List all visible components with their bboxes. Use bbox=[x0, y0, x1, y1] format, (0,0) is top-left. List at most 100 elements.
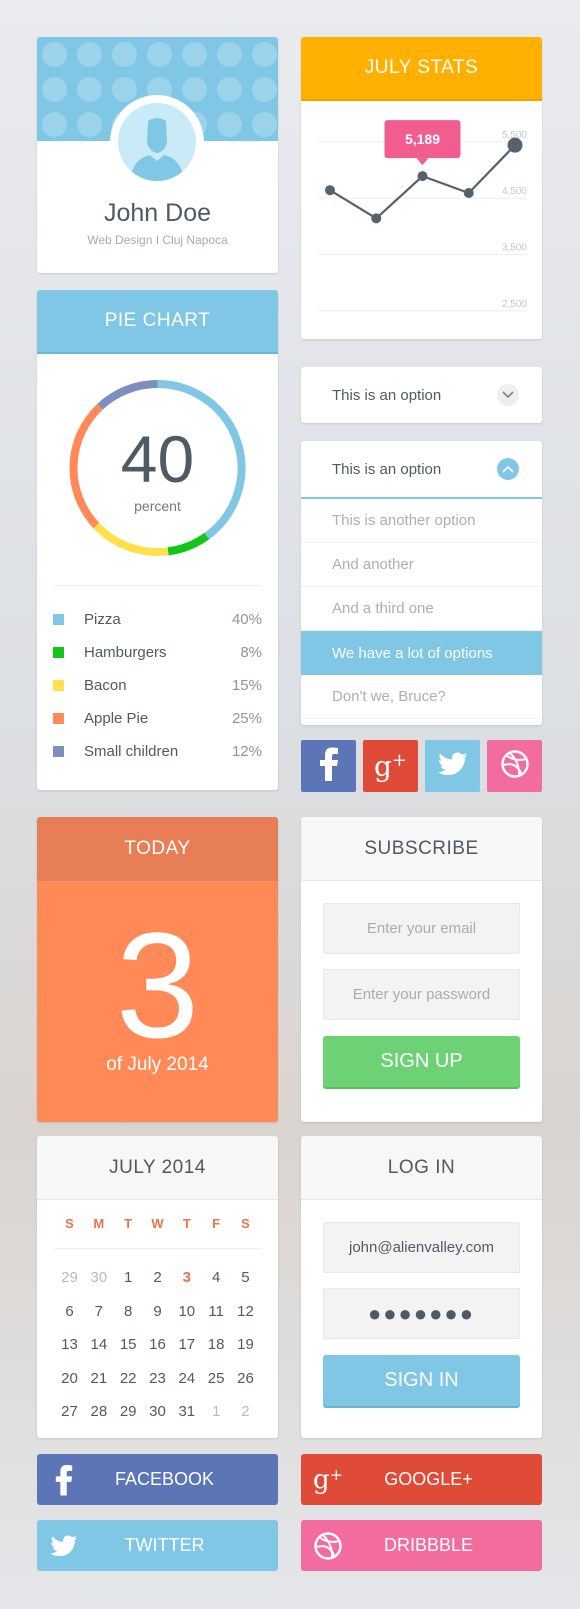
dropdown-option[interactable]: We have a lot of options bbox=[301, 631, 542, 675]
calendar-day[interactable]: 4 bbox=[202, 1269, 231, 1286]
divider bbox=[54, 585, 261, 586]
calendar-day[interactable]: 21 bbox=[84, 1370, 113, 1387]
calendar-day[interactable]: 26 bbox=[231, 1370, 260, 1387]
calendar-day[interactable]: 22 bbox=[114, 1370, 143, 1387]
chevron-down-icon[interactable] bbox=[497, 384, 519, 406]
dropdown-closed[interactable]: This is an option bbox=[301, 367, 542, 423]
tooltip-value: 5,189 bbox=[405, 131, 440, 147]
sign-up-button[interactable]: SIGN UP bbox=[323, 1036, 520, 1087]
google-plus-button[interactable]: g + GOOGLE+ bbox=[301, 1454, 542, 1505]
legend-swatch bbox=[53, 614, 64, 625]
dropdown-option[interactable]: Don't we, Bruce? bbox=[301, 675, 542, 719]
calendar-day[interactable]: 31 bbox=[172, 1403, 201, 1420]
calendar-day[interactable]: 8 bbox=[114, 1303, 143, 1320]
donut-slice bbox=[93, 522, 169, 556]
calendar-day[interactable]: 12 bbox=[231, 1303, 260, 1320]
avatar[interactable] bbox=[110, 95, 204, 189]
donut-unit: percent bbox=[134, 498, 181, 514]
calendar-day[interactable]: 1 bbox=[202, 1403, 231, 1420]
legend-label: Hamburgers bbox=[84, 644, 167, 661]
data-point[interactable] bbox=[507, 137, 523, 153]
weekday-label: F bbox=[212, 1216, 221, 1231]
calendar-day[interactable]: 27 bbox=[55, 1403, 84, 1420]
calendar-day[interactable]: 29 bbox=[55, 1269, 84, 1286]
calendar-week: 13 14 15 16 17 18 19 bbox=[55, 1328, 260, 1362]
legend-swatch bbox=[53, 680, 64, 691]
calendar-day[interactable]: 1 bbox=[114, 1269, 143, 1286]
calendar-week: 27 28 29 30 31 1 2 bbox=[55, 1395, 260, 1429]
calendar-day[interactable]: 7 bbox=[84, 1303, 113, 1320]
legend-label: Small children bbox=[84, 743, 179, 760]
dropdown-open[interactable]: This is an option This is another option… bbox=[301, 441, 542, 725]
calendar-day[interactable]: 25 bbox=[202, 1370, 231, 1387]
calendar-day[interactable]: 30 bbox=[84, 1269, 113, 1286]
calendar-day[interactable]: 14 bbox=[84, 1336, 113, 1353]
dropdown-option[interactable]: And a third one bbox=[301, 587, 542, 631]
calendar-day[interactable]: 13 bbox=[55, 1336, 84, 1353]
facebook-square-button[interactable] bbox=[301, 740, 356, 792]
dropdown-option[interactable]: This is another option bbox=[301, 499, 542, 543]
google-plus-square-button[interactable]: g+ bbox=[363, 740, 418, 792]
legend-item: Small children 12% bbox=[53, 735, 262, 768]
dribbble-button[interactable]: DRIBBBLE bbox=[301, 1520, 542, 1571]
calendar-week: 20 21 22 23 24 25 26 bbox=[55, 1362, 260, 1396]
calendar-title: JULY 2014 bbox=[37, 1136, 278, 1200]
dribbble-icon bbox=[500, 749, 530, 784]
dropdown-toggle[interactable]: This is an option bbox=[301, 367, 542, 423]
pie-chart-card: PIE CHART 40 percent Pizza 40% Hamburger… bbox=[37, 290, 278, 790]
calendar-day[interactable]: 6 bbox=[55, 1303, 84, 1320]
calendar-day[interactable]: 2 bbox=[143, 1269, 172, 1286]
donut-value: 40 bbox=[120, 422, 195, 496]
calendar-day[interactable]: 17 bbox=[172, 1336, 201, 1353]
data-point[interactable] bbox=[417, 171, 428, 182]
twitter-icon bbox=[37, 1534, 91, 1557]
calendar-day[interactable]: 3 bbox=[172, 1269, 201, 1286]
legend-swatch bbox=[53, 713, 64, 724]
login-card: LOG IN john@alienvalley.com ●●●●●●● SIGN… bbox=[301, 1136, 542, 1438]
calendar-day[interactable]: 16 bbox=[143, 1336, 172, 1353]
login-password-field[interactable]: ●●●●●●● bbox=[323, 1288, 520, 1339]
calendar-day[interactable]: 11 bbox=[202, 1303, 231, 1320]
legend-item: Apple Pie 25% bbox=[53, 702, 262, 735]
calendar-day[interactable]: 28 bbox=[84, 1403, 113, 1420]
dropdown-options: This is another option And another And a t… bbox=[301, 499, 542, 719]
twitter-button[interactable]: TWITTER bbox=[37, 1520, 278, 1571]
dropdown-toggle[interactable]: This is an option bbox=[301, 441, 542, 499]
legend-swatch bbox=[53, 746, 64, 757]
dropdown-label: This is an option bbox=[332, 386, 442, 404]
dropdown-label: This is an option bbox=[332, 460, 442, 478]
profile-name: John Doe bbox=[103, 199, 212, 227]
password-field[interactable]: Enter your password bbox=[323, 969, 520, 1020]
sign-in-button[interactable]: SIGN IN bbox=[323, 1355, 520, 1406]
calendar-day[interactable]: 9 bbox=[143, 1303, 172, 1320]
dropdown-option[interactable]: And another bbox=[301, 543, 542, 587]
calendar-day[interactable]: 2 bbox=[231, 1403, 260, 1420]
legend-percent: 25% bbox=[231, 710, 262, 727]
legend-percent: 12% bbox=[231, 743, 262, 760]
today-subtitle: of July 2014 bbox=[106, 1054, 209, 1075]
calendar-day[interactable]: 30 bbox=[143, 1403, 172, 1420]
chevron-up-icon[interactable] bbox=[497, 458, 519, 480]
weekday-label: S bbox=[65, 1216, 74, 1231]
calendar-day[interactable]: 10 bbox=[172, 1303, 201, 1320]
login-email-field[interactable]: john@alienvalley.com bbox=[323, 1222, 520, 1273]
email-field[interactable]: Enter your email bbox=[323, 903, 520, 954]
today-title: TODAY bbox=[37, 817, 278, 881]
facebook-button[interactable]: FACEBOOK bbox=[37, 1454, 278, 1505]
twitter-square-button[interactable] bbox=[425, 740, 480, 792]
calendar-day[interactable]: 19 bbox=[231, 1336, 260, 1353]
calendar-day[interactable]: 29 bbox=[114, 1403, 143, 1420]
calendar-day[interactable]: 18 bbox=[202, 1336, 231, 1353]
data-point[interactable] bbox=[325, 185, 335, 196]
calendar-day[interactable]: 20 bbox=[55, 1370, 84, 1387]
calendar-day[interactable]: 23 bbox=[143, 1370, 172, 1387]
calendar-day[interactable]: 15 bbox=[114, 1336, 143, 1353]
calendar-week: 6 7 8 9 10 11 12 bbox=[55, 1295, 260, 1329]
dribbble-square-button[interactable] bbox=[487, 740, 542, 792]
calendar-day[interactable]: 24 bbox=[172, 1370, 201, 1387]
calendar-day[interactable]: 5 bbox=[231, 1269, 260, 1286]
data-point[interactable] bbox=[463, 188, 474, 199]
y-tick-label: 2,500 bbox=[502, 299, 527, 310]
calendar-grid: 29 30 1 2 3 4 5 6 7 8 9 10 11 12 13 14 15 16 17 18 19 20 21 22 2… bbox=[55, 1261, 260, 1429]
data-point[interactable] bbox=[371, 213, 382, 224]
